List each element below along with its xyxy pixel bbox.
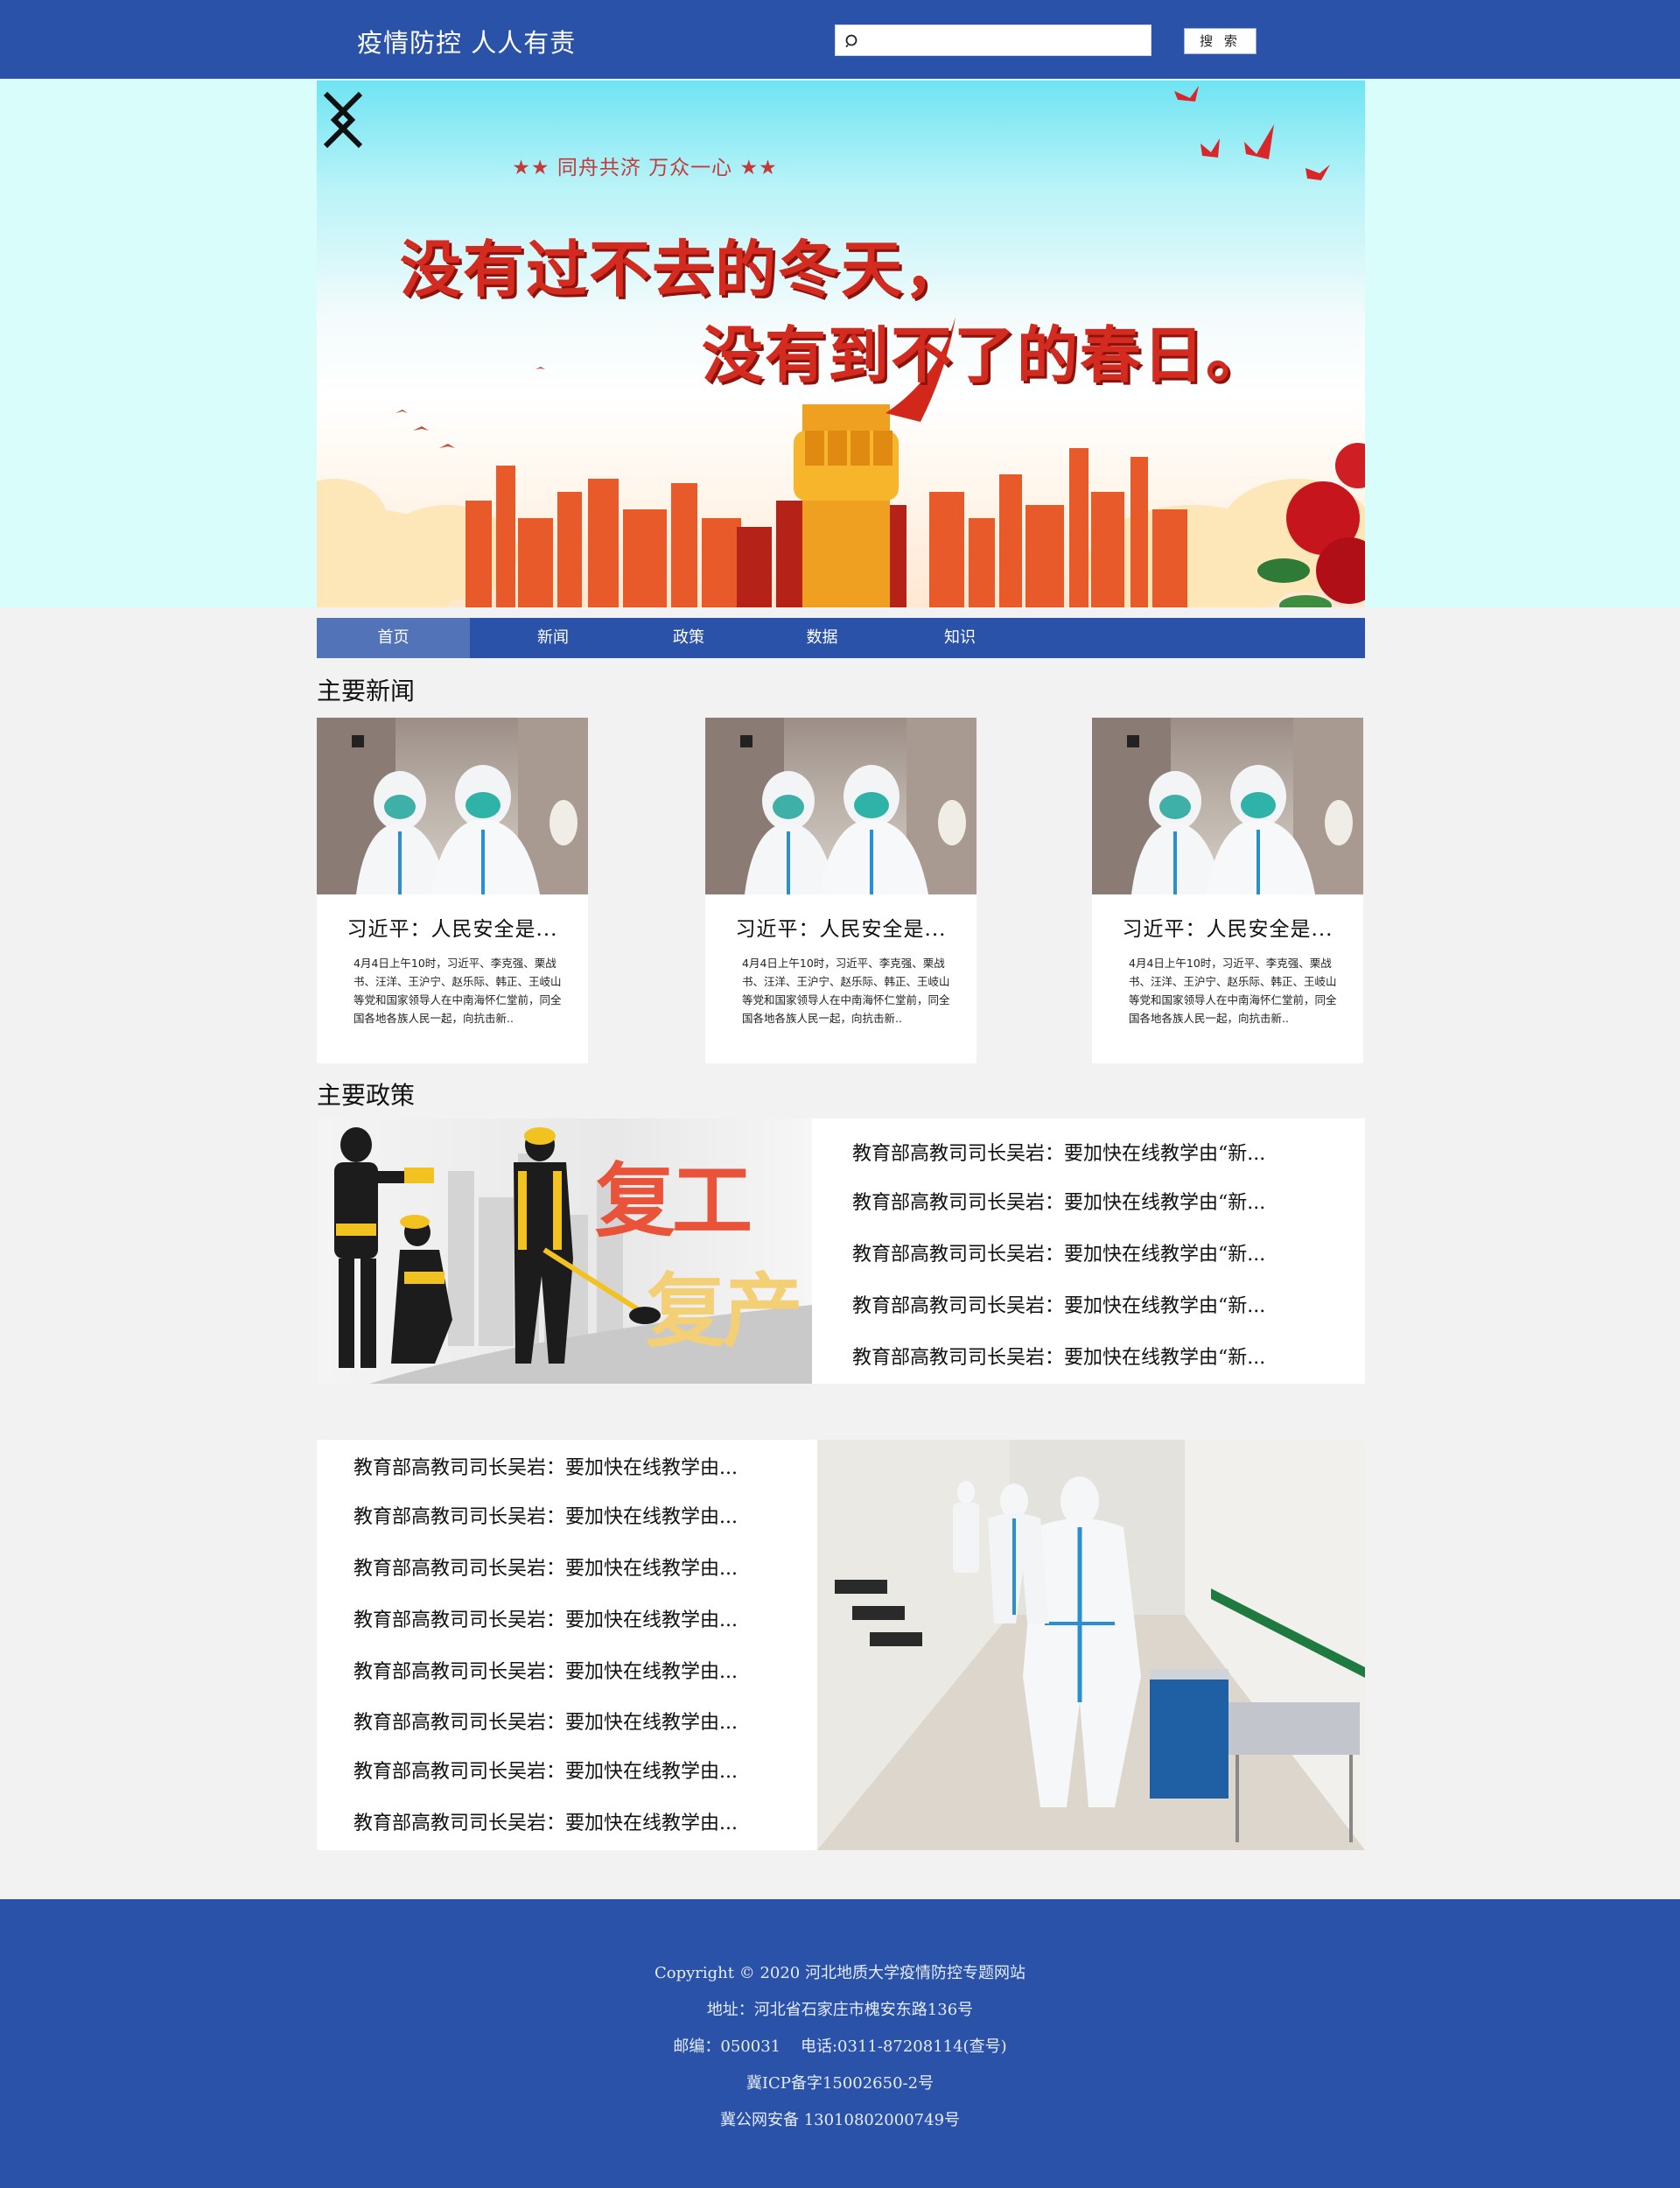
hospital-photo[interactable] (817, 1440, 1365, 1850)
policy-image-text-1: 复工 (595, 1154, 752, 1248)
nav-item-policy[interactable]: 政策 (636, 618, 741, 658)
banner-tagline: ★★ 同舟共济 万众一心 ★★ (512, 157, 778, 179)
footer-copyright: Copyright © 2020 河北地质大学疫情防控专题网站 (654, 1964, 1026, 1982)
news-card[interactable]: 习近平：人民安全是... 4月4日上午10时，习近平、李克强、栗战书、汪洋、王沪… (1092, 718, 1363, 1063)
banner-headline-1: 没有过不去的冬天， (400, 233, 967, 305)
news-card[interactable]: 习近平：人民安全是... 4月4日上午10时，习近平、李克强、栗战书、汪洋、王沪… (705, 718, 976, 1063)
news-card-summary: 4月4日上午10时，习近平、李克强、栗战书、汪洋、王沪宁、赵乐际、韩正、王岐山等… (1129, 957, 1337, 1025)
site-footer: Copyright © 2020 河北地质大学疫情防控专题网站 地址：河北省石家… (0, 1899, 1680, 2188)
news-photo (705, 718, 976, 894)
policy-section-title: 主要政策 (317, 1081, 416, 1110)
search-input[interactable] (867, 29, 1149, 53)
nav-item-knowledge[interactable]: 知识 (903, 618, 1017, 658)
chevron-right-icon[interactable] (317, 81, 369, 159)
news-card-title[interactable]: 习近平：人民安全是... (705, 912, 976, 942)
hero-banner: ★★ 同舟共济 万众一心 ★★ 没有过不去的冬天， 没有到不了的春日。 (317, 81, 1365, 607)
news-list-link[interactable]: 教育部高教司司长吴岩：要加快在线教学由... (354, 1452, 738, 1480)
news-list-link[interactable]: 教育部高教司司长吴岩：要加快在线教学由... (354, 1604, 738, 1632)
policy-link[interactable]: 教育部高教司司长吴岩：要加快在线教学由“新... (852, 1342, 1265, 1370)
policy-link[interactable]: 教育部高教司司长吴岩：要加快在线教学由“新... (852, 1187, 1265, 1215)
main-nav: 首页 新闻 政策 数据 知识 (317, 618, 1365, 658)
policy-link[interactable]: 教育部高教司司长吴岩：要加快在线教学由“新... (852, 1138, 1265, 1166)
policy-image-text-2: 复产 (646, 1264, 803, 1358)
policy-link[interactable]: 教育部高教司司长吴岩：要加快在线教学由“新... (852, 1238, 1265, 1266)
news-list-link[interactable]: 教育部高教司司长吴岩：要加快在线教学由... (354, 1553, 738, 1581)
nav-item-home[interactable]: 首页 (317, 618, 470, 658)
news-card-summary: 4月4日上午10时，习近平、李克强、栗战书、汪洋、王沪宁、赵乐际、韩正、王岐山等… (742, 957, 950, 1025)
site-title: 疫情防控 人人有责 (357, 28, 577, 58)
news-card-title[interactable]: 习近平：人民安全是... (317, 912, 588, 942)
news-list-panel: 教育部高教司司长吴岩：要加快在线教学由... 教育部高教司司长吴岩：要加快在线教… (317, 1440, 1365, 1850)
news-list-link[interactable]: 教育部高教司司长吴岩：要加快在线教学由... (354, 1707, 738, 1735)
news-list-link[interactable]: 教育部高教司司长吴岩：要加快在线教学由... (354, 1807, 738, 1835)
search-icon (845, 34, 858, 48)
search-button[interactable]: 搜 索 (1184, 28, 1256, 54)
policy-link[interactable]: 教育部高教司司长吴岩：要加快在线教学由“新... (852, 1290, 1265, 1318)
footer-police-record[interactable]: 冀公网安备 13010802000749号 (0, 2107, 1680, 2130)
top-header: 疫情防控 人人有责 搜 索 (0, 0, 1680, 79)
nav-item-news[interactable]: 新闻 (470, 618, 636, 658)
banner-headline-2: 没有到不了的春日。 (702, 319, 1269, 391)
policy-panel: 复工 复产 教育部高教司司长吴岩：要加快在线教学由“新... 教育部高教司司长吴… (317, 1119, 1365, 1384)
footer-address: 地址：河北省石家庄市槐安东路136号 (706, 2001, 974, 2019)
news-photo (1092, 718, 1363, 894)
footer-contact: 邮编：050031 电话:0311-87208114(查号) (673, 2037, 1007, 2056)
footer-icp[interactable]: 冀ICP备字15002650-2号 (0, 2071, 1680, 2093)
news-list-link[interactable]: 教育部高教司司长吴岩：要加快在线教学由... (354, 1756, 738, 1784)
policy-image[interactable]: 复工 复产 (317, 1119, 812, 1384)
news-card-summary: 4月4日上午10时，习近平、李克强、栗战书、汪洋、王沪宁、赵乐际、韩正、王岐山等… (354, 957, 562, 1025)
news-card[interactable]: 习近平：人民安全是... 4月4日上午10时，习近平、李克强、栗战书、汪洋、王沪… (317, 718, 588, 1063)
news-photo (317, 718, 588, 894)
search-box[interactable] (835, 25, 1152, 56)
news-list-link[interactable]: 教育部高教司司长吴岩：要加快在线教学由... (354, 1501, 738, 1529)
news-card-title[interactable]: 习近平：人民安全是... (1092, 912, 1363, 942)
nav-item-data[interactable]: 数据 (741, 618, 903, 658)
news-section-title: 主要新闻 (317, 677, 416, 705)
news-list-link[interactable]: 教育部高教司司长吴岩：要加快在线教学由... (354, 1656, 738, 1684)
